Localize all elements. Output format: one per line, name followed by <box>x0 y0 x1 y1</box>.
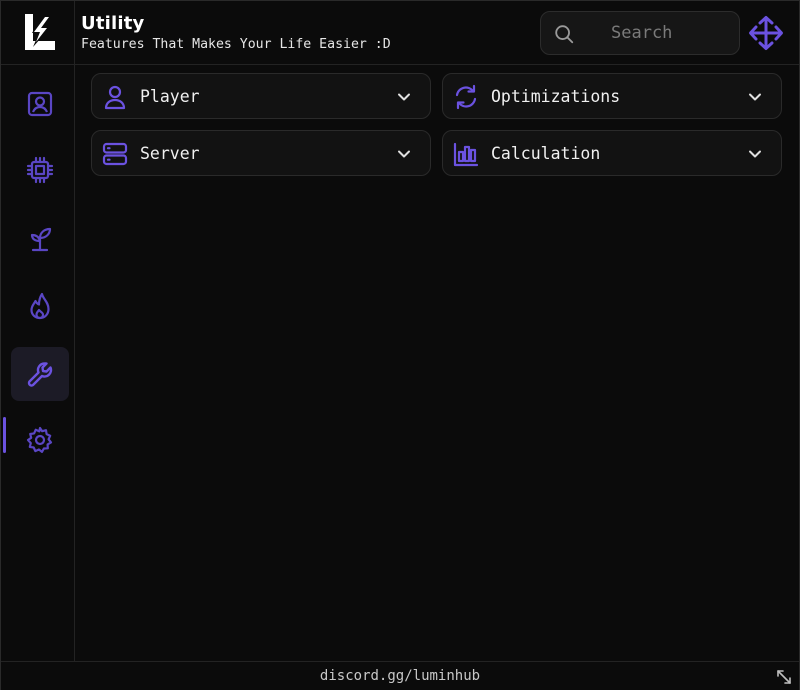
main-content: Player Optimizations Server Calculation <box>75 65 799 661</box>
app-window: Utility Features That Makes Your Life Ea… <box>0 0 800 690</box>
section-label: Optimizations <box>491 87 621 106</box>
gear-icon <box>26 426 53 453</box>
search-icon <box>555 25 574 44</box>
title-bar: Utility Features That Makes Your Life Ea… <box>1 1 799 65</box>
server-icon <box>102 142 128 166</box>
section-calculation[interactable]: Calculation <box>442 130 782 176</box>
sidebar-item-chip[interactable] <box>11 143 69 197</box>
user-square-icon <box>27 91 53 117</box>
bar-chart-icon <box>453 142 479 167</box>
section-label: Server <box>140 144 200 163</box>
chevron-down-icon <box>749 93 761 101</box>
lumin-logo-icon <box>25 14 55 50</box>
section-label: Player <box>140 87 200 106</box>
search-box[interactable] <box>540 11 743 55</box>
move-arrows-icon[interactable] <box>748 15 784 51</box>
resize-icon[interactable] <box>776 669 792 685</box>
search-input[interactable] <box>599 18 743 48</box>
section-player[interactable]: Player <box>91 73 431 119</box>
page-subtitle: Features That Makes Your Life Easier :D <box>81 37 391 52</box>
section-label: Calculation <box>491 144 601 163</box>
sidebar-item-combat[interactable] <box>11 279 69 333</box>
footer: discord.gg/luminhub <box>1 661 799 690</box>
sidebar <box>1 65 75 661</box>
refresh-icon <box>455 84 477 110</box>
sidebar-active-indicator <box>3 417 6 453</box>
page-title: Utility <box>81 13 145 34</box>
wrench-icon <box>27 362 53 387</box>
section-optimizations[interactable]: Optimizations <box>442 73 782 119</box>
chevron-down-icon <box>398 150 410 158</box>
sprout-icon <box>30 227 52 252</box>
sidebar-item-farming[interactable] <box>11 211 69 265</box>
discord-link[interactable]: discord.gg/luminhub <box>1 668 799 684</box>
user-icon <box>104 85 126 110</box>
chevron-down-icon <box>749 150 761 158</box>
sidebar-item-utility[interactable] <box>11 347 69 401</box>
logo-divider <box>74 1 75 64</box>
section-server[interactable]: Server <box>91 130 431 176</box>
chip-icon <box>26 156 54 184</box>
sidebar-item-settings[interactable] <box>11 413 69 467</box>
flame-icon <box>30 292 50 320</box>
sidebar-item-profile[interactable] <box>11 77 69 131</box>
chevron-down-icon <box>398 93 410 101</box>
